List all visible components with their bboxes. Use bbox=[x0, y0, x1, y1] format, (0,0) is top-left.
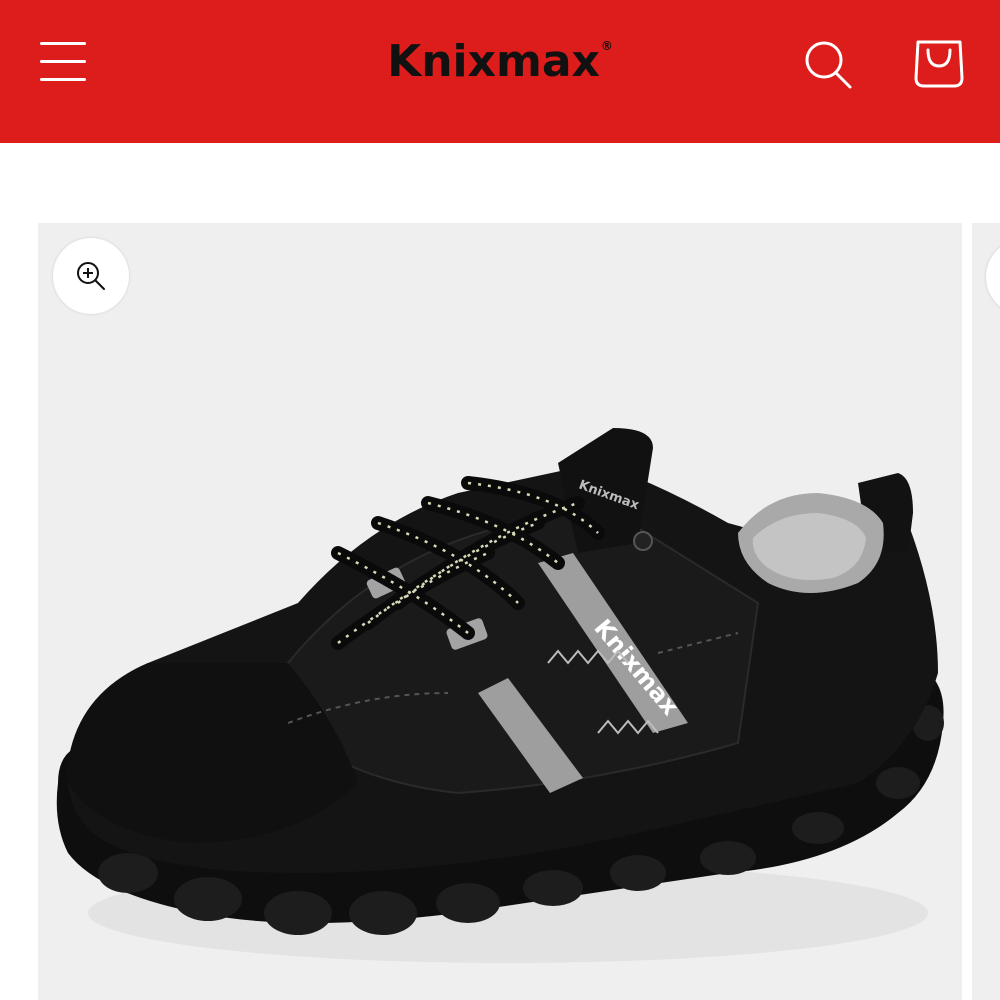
site-header: Knixmax® bbox=[0, 0, 1000, 143]
menu-button[interactable] bbox=[34, 36, 92, 88]
shopping-bag-icon bbox=[914, 40, 964, 88]
hamburger-icon-line bbox=[40, 42, 86, 45]
zoom-in-icon bbox=[77, 262, 105, 290]
product-image: Knixmax Knixmax bbox=[56, 428, 944, 963]
search-icon bbox=[805, 41, 852, 89]
next-zoom-button[interactable] bbox=[986, 239, 1000, 315]
zoom-button[interactable] bbox=[53, 238, 129, 314]
brand-name: Knixmax bbox=[387, 36, 600, 87]
registered-mark: ® bbox=[600, 39, 613, 53]
product-image-slide[interactable]: Knixmax Knixmax bbox=[38, 223, 962, 1000]
next-product-image-slide[interactable] bbox=[972, 223, 1000, 1000]
brand-logo[interactable]: Knixmax® bbox=[300, 36, 700, 87]
search-button[interactable] bbox=[796, 32, 860, 96]
cart-button[interactable] bbox=[906, 30, 972, 96]
hamburger-icon-line bbox=[40, 60, 86, 63]
hamburger-icon-line bbox=[40, 78, 86, 81]
